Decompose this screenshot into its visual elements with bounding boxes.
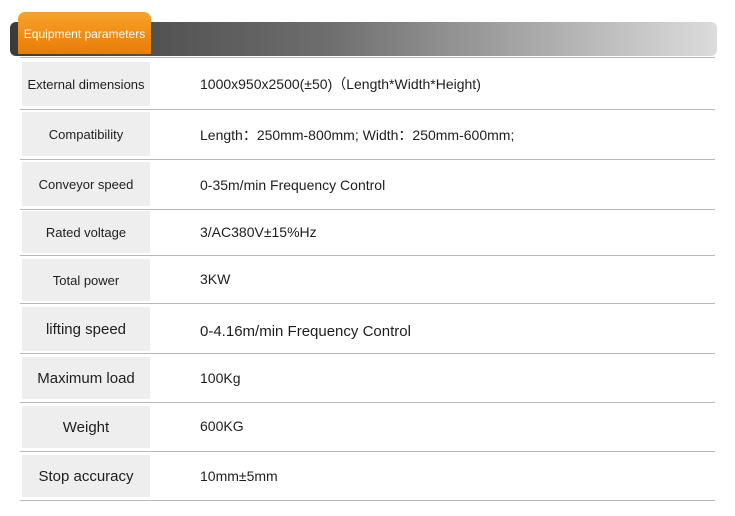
row-divider [20,500,715,501]
table-top-divider [20,57,715,58]
table-row: Compatibility Length：250mm-800mm; Width：… [20,110,715,160]
section-title-tab: Equipment parameters [18,12,151,54]
row-value: 0-4.16m/min Frequency Control [200,322,411,340]
row-label: lifting speed [22,307,150,351]
row-value: 100Kg [200,370,241,386]
row-label: Conveyor speed [22,162,150,206]
row-value: 600KG [200,418,244,434]
row-value: 0-35m/min Frequency Control [200,177,386,193]
table-row: Stop accuracy 10mm±5mm [20,453,715,501]
row-divider [20,402,715,403]
table-row: Total power 3KW [20,257,715,304]
row-label: Compatibility [22,112,150,156]
row-label: External dimensions [22,62,150,106]
table-row: Weight 600KG [20,404,715,452]
row-value: 3/AC380V±15%Hz [200,224,317,240]
row-label: Stop accuracy [22,455,150,497]
row-label: Weight [22,406,150,448]
table-row: External dimensions 1000x950x2500(±50)（L… [20,60,715,110]
table-row: Conveyor speed 0-35m/min Frequency Contr… [20,160,715,210]
row-label: Total power [22,259,150,301]
row-value: 10mm±5mm [200,468,278,484]
table-row: Maximum load 100Kg [20,355,715,403]
row-divider [20,255,715,256]
row-value: 1000x950x2500(±50)（Length*Width*Height) [200,76,481,92]
row-value: 3KW [200,271,231,287]
row-value: Length：250mm-800mm; Width：250mm-600mm; [200,127,515,143]
row-label: Maximum load [22,357,150,399]
row-divider [20,353,715,354]
table-row: lifting speed 0-4.16m/min Frequency Cont… [20,305,715,354]
row-label: Rated voltage [22,211,150,253]
row-divider [20,451,715,452]
row-divider [20,303,715,304]
table-row: Rated voltage 3/AC380V±15%Hz [20,209,715,256]
